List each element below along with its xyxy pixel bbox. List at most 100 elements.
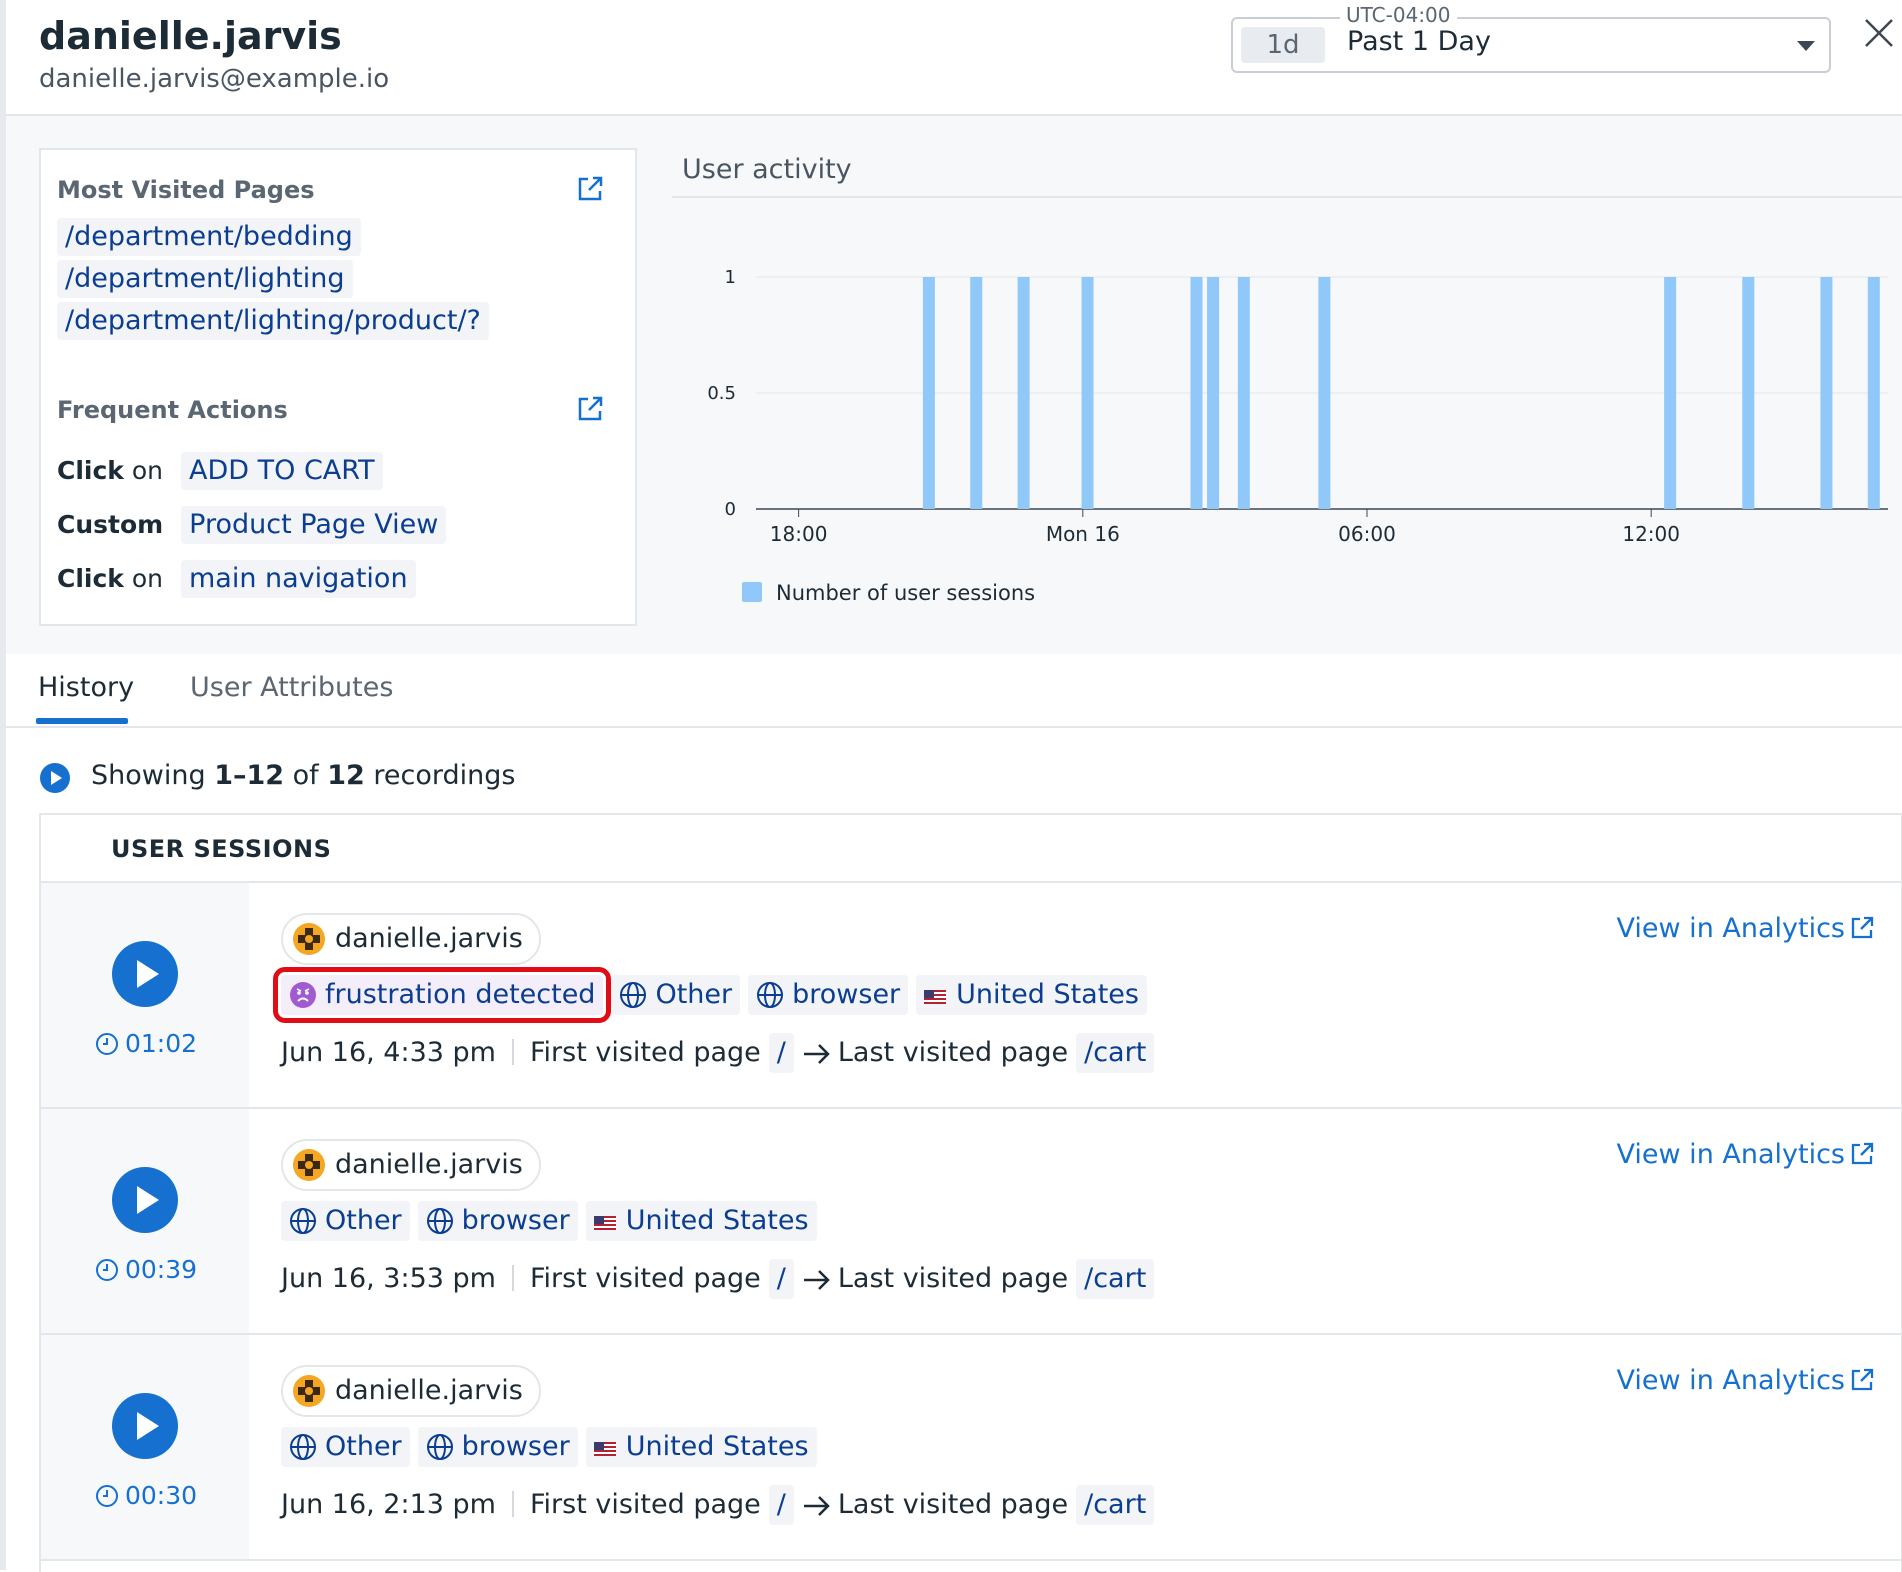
external-link-icon[interactable] (575, 174, 605, 204)
close-icon[interactable] (1862, 16, 1896, 50)
play-button-icon[interactable] (112, 1167, 178, 1233)
session-bar (1318, 277, 1331, 509)
frustrated-face-icon (290, 982, 316, 1008)
external-link-icon[interactable] (575, 394, 605, 424)
globe-icon (290, 1208, 316, 1234)
frustration-tag[interactable]: frustration detected (272, 967, 612, 1023)
session-duration: 00:30 (95, 1481, 197, 1510)
legend-swatch (742, 582, 762, 602)
action-suffix: on (123, 456, 164, 485)
x-tick-label: 12:00 (1622, 522, 1680, 546)
arrow-right-icon (803, 1044, 830, 1064)
user-sessions-list: USER SESSIONS 01:02 danielle.jarvis frus… (39, 813, 1902, 1572)
play-button-icon[interactable] (112, 941, 178, 1007)
last-visited-label: Last visited page (837, 1037, 1069, 1068)
clock-icon (96, 1259, 118, 1281)
session-player-cell: 00:30 (41, 1335, 249, 1559)
session-user-chip[interactable]: danielle.jarvis (281, 1365, 541, 1417)
client-tag[interactable]: browser (417, 1427, 578, 1467)
action-kind: Click (57, 564, 124, 593)
duration-value: 00:39 (125, 1255, 198, 1284)
session-visit-line: Jun 16, 4:33 pm First visited page / Last v… (281, 1033, 1155, 1075)
country-tag[interactable]: United States (585, 1427, 817, 1467)
session-bar (1237, 277, 1250, 509)
visited-page-link[interactable]: /department/lighting (57, 260, 353, 298)
client-label: browser (461, 1431, 570, 1462)
country-label: United States (956, 979, 1139, 1010)
play-button-icon[interactable] (112, 1393, 178, 1459)
session-user-chip[interactable]: danielle.jarvis (281, 913, 541, 965)
device-tag[interactable]: Other (611, 975, 741, 1015)
timezone-label: UTC-04:00 (1340, 3, 1457, 27)
last-visited-label: Last visited page (837, 1489, 1069, 1520)
session-row[interactable]: 00:30 danielle.jarvis Other browser United… (41, 1335, 1901, 1561)
client-label: browser (792, 979, 901, 1010)
country-label: United States (625, 1205, 809, 1236)
active-tab-indicator (36, 718, 128, 724)
client-tag[interactable]: browser (417, 1201, 578, 1241)
us-flag-icon (593, 1442, 616, 1456)
view-in-analytics-link[interactable]: View in Analytics (1617, 1365, 1875, 1396)
user-avatar-icon (293, 1149, 325, 1181)
session-user-name: danielle.jarvis (335, 1375, 523, 1406)
device-label: Other (325, 1431, 402, 1462)
duration-value: 01:02 (125, 1029, 198, 1058)
last-page-chip[interactable]: /cart (1076, 1485, 1155, 1525)
session-tags: Other browser United States (281, 1201, 825, 1243)
session-tags: frustration detected Other browser United S… (272, 967, 1155, 1023)
first-visited-label: First visited page (529, 1037, 761, 1068)
action-target-link[interactable]: ADD TO CART (180, 452, 383, 490)
country-tag[interactable]: United States (916, 975, 1147, 1015)
client-tag[interactable]: browser (748, 975, 909, 1015)
country-tag[interactable]: United States (585, 1201, 817, 1241)
clock-icon (96, 1033, 118, 1055)
action-target-link[interactable]: Product Page View (181, 506, 447, 544)
globe-icon (426, 1208, 453, 1234)
first-page-chip[interactable]: / (768, 1033, 794, 1073)
session-player-cell: 00:39 (41, 1109, 249, 1333)
user-avatar-icon (293, 1375, 325, 1407)
us-flag-icon (593, 1216, 616, 1230)
last-page-chip[interactable]: /cart (1076, 1033, 1155, 1073)
action-kind: Custom (57, 510, 164, 539)
session-row[interactable]: 00:39 danielle.jarvis Other browser United… (41, 1109, 1901, 1335)
view-in-analytics-label: View in Analytics (1616, 1139, 1845, 1170)
action-target-link[interactable]: main navigation (180, 560, 416, 598)
tab-bar: History User Attributes (6, 654, 1902, 728)
session-time: Jun 16, 3:53 pm (281, 1263, 496, 1294)
first-page-chip[interactable]: / (768, 1485, 794, 1525)
us-flag-icon (924, 990, 947, 1004)
divider (511, 1265, 514, 1291)
device-label: Other (325, 1205, 402, 1236)
globe-icon (757, 982, 784, 1008)
country-label: United States (625, 1431, 809, 1462)
showing-suffix: recordings (364, 760, 516, 791)
last-page-chip[interactable]: /cart (1076, 1259, 1155, 1299)
first-visited-label: First visited page (529, 1263, 761, 1294)
device-tag[interactable]: Other (281, 1427, 410, 1467)
session-bar (1867, 277, 1880, 509)
divider (511, 1491, 514, 1517)
session-visit-line: Jun 16, 2:13 pm First visited page / Last v… (281, 1485, 1155, 1527)
visited-page-link[interactable]: /department/bedding (57, 218, 361, 256)
globe-icon (290, 1434, 316, 1460)
session-row[interactable]: 01:02 danielle.jarvis frustration detect… (41, 883, 1901, 1109)
time-range-selector[interactable]: UTC-04:00 1d Past 1 Day (1231, 3, 1831, 73)
tab-user-attributes[interactable]: User Attributes (190, 672, 393, 703)
frequent-action-row: Click on ADD TO CART (57, 452, 383, 492)
visited-page-link[interactable]: /department/lighting/product/? (57, 302, 489, 340)
first-page-chip[interactable]: / (768, 1259, 794, 1299)
view-in-analytics-link[interactable]: View in Analytics (1617, 1139, 1875, 1170)
action-suffix: on (123, 564, 164, 593)
showing-middle: of (284, 760, 328, 791)
session-visit-line: Jun 16, 3:53 pm First visited page / Last v… (281, 1259, 1155, 1301)
session-bar (970, 277, 983, 509)
view-in-analytics-link[interactable]: View in Analytics (1617, 913, 1875, 944)
overview-area: Most Visited Pages /department/bedding /… (6, 116, 1902, 654)
divider (511, 1039, 514, 1065)
tab-history[interactable]: History (38, 672, 134, 703)
range-label: Past 1 Day (1347, 26, 1491, 57)
session-user-name: danielle.jarvis (335, 1149, 523, 1180)
session-user-chip[interactable]: danielle.jarvis (281, 1139, 541, 1191)
device-tag[interactable]: Other (281, 1201, 410, 1241)
